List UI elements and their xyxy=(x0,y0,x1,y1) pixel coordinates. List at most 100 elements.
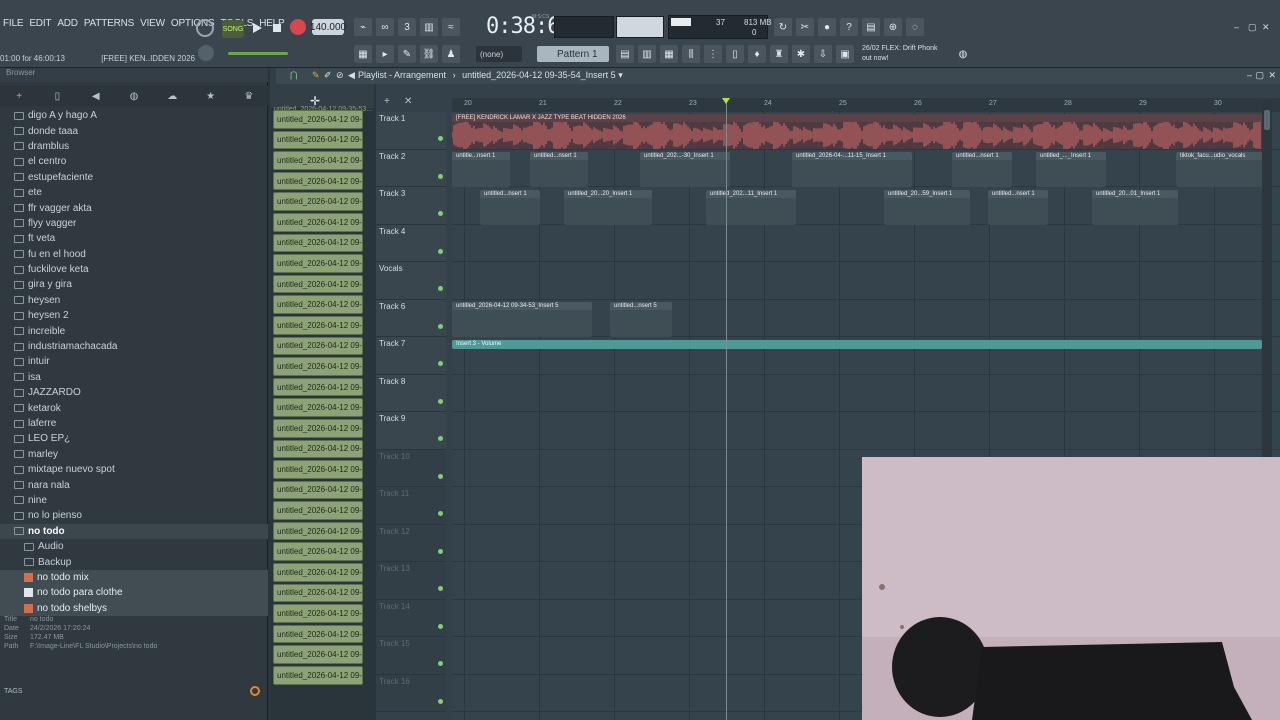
clip-t3b[interactable]: untitled_20...20_Insert 1 xyxy=(564,190,652,225)
track-mute-led[interactable] xyxy=(438,173,443,179)
pencil-icon[interactable]: ✎ xyxy=(398,45,416,63)
clip-t2a[interactable]: untitle...nsert 1 xyxy=(452,152,510,187)
track-header[interactable]: Track 3 xyxy=(376,187,446,225)
track-header[interactable]: Track 13 xyxy=(376,562,446,600)
record-button[interactable] xyxy=(290,19,306,35)
browser-folder[interactable]: marley xyxy=(0,447,268,462)
clip-t3f[interactable]: untitled_20...01_Insert 1 xyxy=(1092,190,1178,225)
browser-folder[interactable]: LEO EP¿ xyxy=(0,431,268,446)
browser-folder[interactable]: increible xyxy=(0,323,268,338)
picker-clip[interactable]: untitled_2026-04-12 09-... xyxy=(273,254,363,273)
master-volume-slider[interactable] xyxy=(228,52,288,55)
browser-folder[interactable]: industriamachacada xyxy=(0,339,268,354)
delete-icon[interactable]: ⊘ xyxy=(336,70,344,81)
picker-clip[interactable]: untitled_2026-04-12 09-... xyxy=(273,666,363,685)
channel-rack-icon[interactable]: ▥ xyxy=(638,45,656,63)
menu-add[interactable]: ADD xyxy=(54,18,81,29)
refresh-icon[interactable]: ↻ xyxy=(774,18,792,36)
playhead[interactable] xyxy=(726,98,727,720)
track-header[interactable]: Track 8 xyxy=(376,374,446,412)
picker-clip[interactable]: untitled_2026-04-12 09-... xyxy=(273,377,363,397)
track-mute-led[interactable] xyxy=(438,248,443,254)
piano-roll-view-icon[interactable]: ▦ xyxy=(660,45,678,63)
news-ticker[interactable]: 26/02 FLEX: Drift Phonk out now! xyxy=(862,44,937,64)
picker-clip[interactable]: untitled_2026-04-12 09-... xyxy=(273,233,363,253)
playlist-view-icon[interactable]: ▤ xyxy=(616,45,634,63)
track-header[interactable]: Track 4 xyxy=(376,224,446,262)
timeline-ruler[interactable]: 20 21 22 23 24 25 26 27 28 29 30 xyxy=(452,98,1280,112)
clip-t3a[interactable]: untitled...nsert 1 xyxy=(480,190,540,225)
browser-folder[interactable]: fu en el hood xyxy=(0,247,268,262)
picker-clip[interactable]: untitled_2026-04-12 09-... xyxy=(273,130,363,150)
picker-clip[interactable]: untitled_2026-04-12 09-... xyxy=(273,418,363,438)
cart-icon[interactable]: ▣ xyxy=(836,45,854,63)
snap-selector[interactable]: (none) xyxy=(476,46,522,62)
track-mute-led[interactable] xyxy=(438,698,443,704)
remove-track-icon[interactable]: ✕ xyxy=(404,96,412,107)
browser-folder[interactable]: JAZZARDO xyxy=(0,385,268,400)
track-header[interactable]: Track 7 xyxy=(376,337,446,375)
track-mute-led[interactable] xyxy=(438,398,443,404)
picker-clip[interactable]: untitled_2026-04-12 09-... xyxy=(273,212,363,232)
cloud-icon[interactable]: ☁ xyxy=(153,86,191,106)
pat-song-toggle-icon[interactable] xyxy=(196,19,214,37)
browser-folder-open[interactable]: no todo xyxy=(0,523,268,539)
browser-folder[interactable]: gira y gira xyxy=(0,277,268,292)
countdown-icon[interactable]: 3 xyxy=(398,18,416,36)
track-header[interactable]: Track 2 xyxy=(376,149,446,187)
browser-folder[interactable]: heysen 2 xyxy=(0,308,268,323)
browser-folder[interactable]: el centro xyxy=(0,154,268,169)
track-header[interactable]: Track 12 xyxy=(376,524,446,562)
browser-folder[interactable]: intuir xyxy=(0,354,268,369)
track-mute-led[interactable] xyxy=(438,211,443,216)
browser-file[interactable]: no todo shelbys xyxy=(0,600,268,616)
play-button[interactable] xyxy=(250,20,264,36)
picker-clip[interactable]: untitled_2026-04-12 09-... xyxy=(273,439,363,459)
browser-folder[interactable]: digo A y hago A xyxy=(0,108,268,123)
star-icon[interactable]: ★ xyxy=(191,86,229,106)
chat-icon[interactable]: ◌ xyxy=(906,18,924,36)
back-icon[interactable]: ◀ xyxy=(77,86,115,106)
blend-notes-icon[interactable]: ≈ xyxy=(442,18,460,36)
browser-folder[interactable]: nine xyxy=(0,493,268,508)
browser-folder[interactable]: ffr vagger akta xyxy=(0,200,268,215)
browser-folder[interactable]: ft veta xyxy=(0,231,268,246)
paint-icon[interactable]: ✐ xyxy=(324,70,332,81)
track-header[interactable]: Track 11 xyxy=(376,487,446,525)
channel-view-icon[interactable]: ⋮ xyxy=(704,45,722,63)
picker-clip[interactable]: untitled_2026-04-12 09-... xyxy=(273,542,363,562)
browser-folder[interactable]: nara nala xyxy=(0,477,268,492)
piano-roll-icon[interactable]: ▦ xyxy=(354,45,372,63)
minimize-icon[interactable]: – xyxy=(1234,22,1244,32)
track-lane[interactable] xyxy=(452,412,1280,450)
track-mute-led[interactable] xyxy=(438,136,443,141)
tempo-display[interactable]: 140.000 xyxy=(310,19,346,35)
track-mute-led[interactable] xyxy=(438,473,443,479)
master-pitch-knob[interactable] xyxy=(198,45,214,61)
track-header[interactable]: Track 10 xyxy=(376,449,446,487)
tags-bar[interactable]: TAGS xyxy=(4,688,23,695)
loop-record-icon[interactable]: ∞ xyxy=(376,18,394,36)
globe-icon[interactable]: ◍ xyxy=(954,45,972,63)
playlist-minimize-icon[interactable]: – xyxy=(1247,70,1252,80)
clip-t2f[interactable]: untitled_..._Insert 1 xyxy=(1036,152,1106,187)
track-lane[interactable] xyxy=(452,225,1280,262)
save-icon[interactable]: ▤ xyxy=(862,18,880,36)
clip-t2d[interactable]: untitled_2026-04-...11-15_Insert 1 xyxy=(792,152,912,187)
touch-keyboard-icon[interactable]: ♜ xyxy=(770,45,788,63)
add-track-icon[interactable]: + xyxy=(384,96,390,107)
picker-clip[interactable]: untitled_2026-04-12 09-... xyxy=(273,171,363,191)
tools-icon[interactable]: ✱ xyxy=(792,45,810,63)
draw-icon[interactable]: ✎ xyxy=(312,70,320,81)
picker-clip[interactable]: untitled_2026-04-12 09-... xyxy=(273,398,363,417)
picker-clip[interactable]: untitled_2026-04-12 09-... xyxy=(273,192,363,211)
track-mute-led[interactable] xyxy=(438,511,443,516)
stamp-icon[interactable]: ♟ xyxy=(442,45,460,63)
browser-folder[interactable]: fuckilove keta xyxy=(0,262,268,277)
clip-t2c[interactable]: untitled_202...-30_Insert 1 xyxy=(640,152,730,187)
picker-clip[interactable]: untitled_2026-04-12 09-... xyxy=(273,624,363,644)
close-icon[interactable]: ✕ xyxy=(1262,22,1272,32)
picker-clip[interactable]: untitled_2026-04-12 09-... xyxy=(273,563,363,582)
picker-clip[interactable]: untitled_2026-04-12 09-... xyxy=(273,151,363,170)
track-mute-led[interactable] xyxy=(438,361,443,366)
